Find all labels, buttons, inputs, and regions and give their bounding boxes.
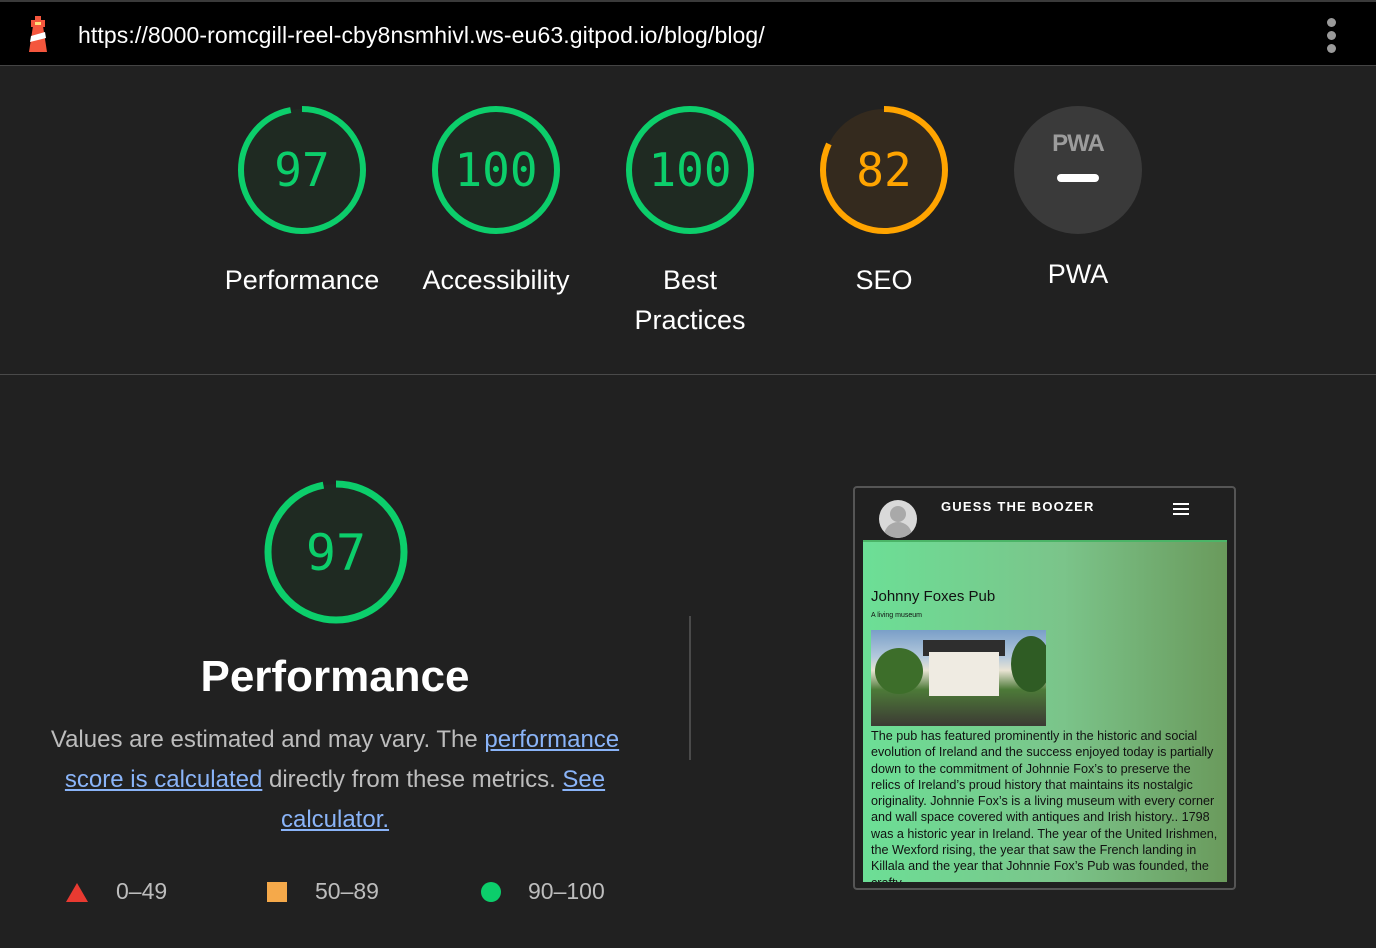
page-screenshot-thumbnail[interactable]: GUESS THE BOOZER Johnny Foxes Pub A livi… <box>853 486 1236 890</box>
score-value: 97 <box>274 143 329 197</box>
pub-title: Johnny Foxes Pub <box>871 588 996 605</box>
gauge-seo[interactable]: 82 SEO <box>796 104 972 300</box>
gauge-label: Performance <box>224 265 380 295</box>
site-brand: GUESS THE BOOZER <box>941 499 1095 514</box>
legend-range: 50–89 <box>315 878 379 904</box>
gauge-performance[interactable]: 97 Performance <box>214 104 390 300</box>
score-ring: 100 <box>626 106 754 234</box>
kebab-menu-icon[interactable] <box>1320 16 1344 54</box>
hamburger-menu-icon <box>1173 502 1191 516</box>
gauge-label-pwa: PWA <box>1047 259 1109 289</box>
desc-text-1: Values are estimated and may vary. The <box>50 726 485 753</box>
vertical-divider <box>689 616 691 760</box>
score-ring: 97 <box>238 106 366 234</box>
pub-photo <box>871 630 1046 726</box>
screenshot-content: Johnny Foxes Pub A living museum The pub… <box>863 540 1227 882</box>
circle-icon <box>481 882 501 902</box>
gauge-best-practices[interactable]: 100 Best Practices <box>602 104 778 340</box>
url-bar: https://8000-romcgill-reel-cby8nsmhivl.w… <box>0 0 1376 66</box>
score-ring: 100 <box>432 106 560 234</box>
performance-score-value: 97 <box>306 524 366 582</box>
pub-body-text: The pub has featured prominently in the … <box>871 729 1218 882</box>
pwa-badge-text: PWA <box>1052 130 1105 157</box>
desc-text-2: directly from these metrics. <box>262 766 563 793</box>
score-value: 100 <box>648 143 731 197</box>
pwa-badge[interactable]: PWA <box>1014 106 1142 234</box>
avatar <box>879 500 917 538</box>
performance-description: Values are estimated and may vary. The p… <box>40 720 630 840</box>
gauge-label: SEO <box>855 265 913 295</box>
score-value: 82 <box>856 143 911 197</box>
score-ring: 82 <box>820 106 948 234</box>
dash-icon <box>1057 174 1099 182</box>
url-text[interactable]: https://8000-romcgill-reel-cby8nsmhivl.w… <box>78 22 765 49</box>
gauge-label: Best Practices <box>634 265 746 335</box>
legend-range: 90–100 <box>528 878 605 904</box>
square-icon <box>267 882 287 902</box>
performance-title: Performance <box>200 652 470 701</box>
legend-range: 0–49 <box>116 878 168 904</box>
triangle-icon <box>66 883 88 902</box>
pub-subtitle: A living museum <box>871 612 922 619</box>
score-value: 100 <box>454 143 537 197</box>
section-divider <box>0 374 1376 375</box>
lighthouse-icon <box>29 16 47 52</box>
performance-gauge: 97 <box>264 480 408 624</box>
gauge-accessibility[interactable]: 100 Accessibility <box>408 104 584 300</box>
gauge-label: Accessibility <box>422 265 570 295</box>
